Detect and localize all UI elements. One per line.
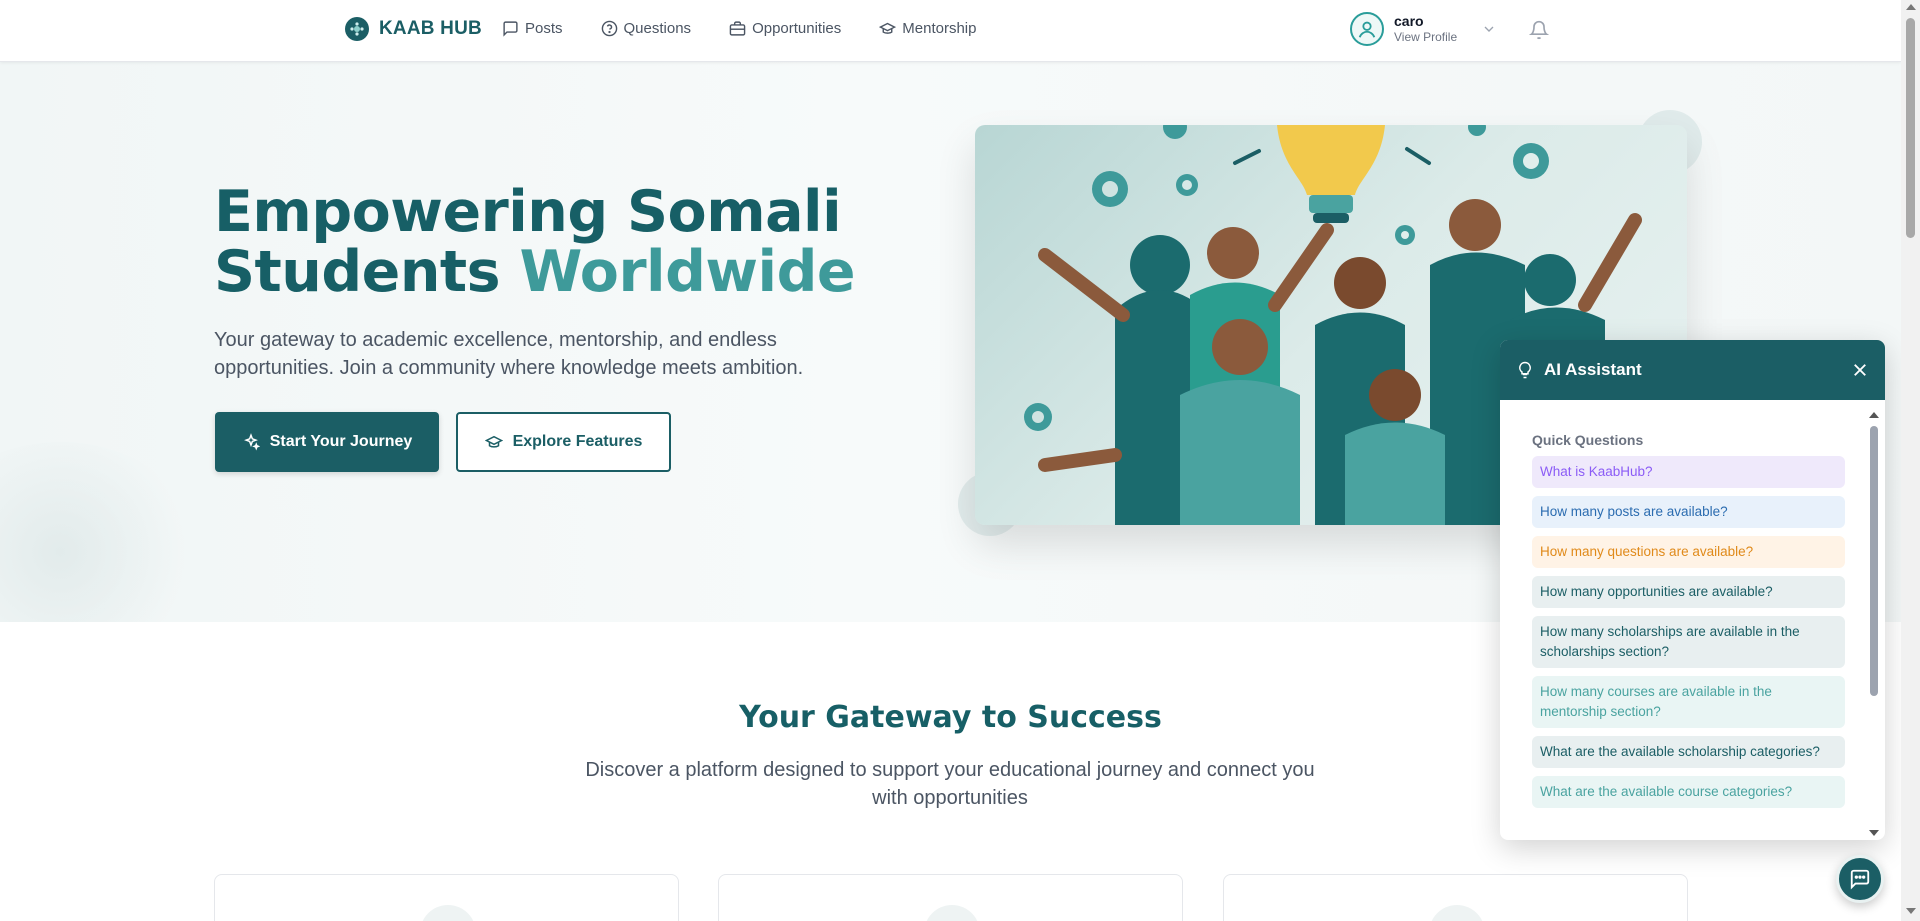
- hero-title-line2: Students: [214, 239, 520, 305]
- quick-questions-list: What is KaabHub? How many posts are avail…: [1532, 456, 1845, 808]
- ai-assistant-header: AI Assistant: [1500, 340, 1885, 400]
- quick-question-item[interactable]: How many courses are available in the me…: [1532, 676, 1845, 728]
- quick-questions-label: Quick Questions: [1532, 432, 1644, 448]
- scroll-down-arrow-icon[interactable]: [1869, 830, 1879, 838]
- profile-text: caro View Profile: [1394, 13, 1457, 44]
- ai-assistant-panel: AI Assistant Quick Questions What is Kaa…: [1500, 340, 1885, 840]
- feature-card[interactable]: [214, 874, 679, 921]
- chat-icon: [1850, 869, 1870, 890]
- nav-opportunities-label: Opportunities: [752, 20, 842, 37]
- quick-question-item[interactable]: How many questions are available?: [1532, 536, 1845, 568]
- quick-question-item[interactable]: What is KaabHub?: [1532, 456, 1845, 488]
- nav-posts-label: Posts: [525, 20, 563, 37]
- feature-card[interactable]: [718, 874, 1183, 921]
- ai-assistant-title: AI Assistant: [1544, 360, 1642, 379]
- lightbulb-icon: [1519, 361, 1531, 379]
- chevron-down-icon[interactable]: [1481, 21, 1497, 37]
- hero-title-accent: Worldwide: [519, 239, 856, 305]
- explore-features-label: Explore Features: [512, 433, 643, 450]
- hero-title: Empowering Somali Students Worldwide: [214, 179, 856, 305]
- nav-opportunities[interactable]: Opportunities: [729, 20, 841, 37]
- quick-question-item[interactable]: How many posts are available?: [1532, 496, 1845, 528]
- brand[interactable]: KAAB HUB: [345, 17, 482, 41]
- ai-panel-scrollbar[interactable]: [1869, 410, 1879, 836]
- nav-posts[interactable]: Posts: [502, 20, 563, 37]
- user-icon: [1358, 21, 1376, 38]
- profile-name: caro: [1394, 13, 1424, 30]
- scroll-up-arrow-icon[interactable]: [1906, 4, 1916, 10]
- chat-bubble-icon: [503, 21, 518, 37]
- graduation-cap-icon: [484, 435, 503, 448]
- view-profile-link[interactable]: View Profile: [1394, 30, 1457, 44]
- notification-bell-icon[interactable]: [1529, 20, 1549, 40]
- start-journey-label: Start Your Journey: [269, 433, 413, 450]
- page-scrollbar[interactable]: [1901, 0, 1920, 921]
- sparkles-icon: [243, 433, 260, 451]
- scroll-up-arrow-icon[interactable]: [1869, 410, 1879, 418]
- avatar[interactable]: [1350, 12, 1384, 46]
- question-circle-icon: [601, 20, 617, 37]
- start-journey-button[interactable]: Start Your Journey: [215, 412, 439, 472]
- hero-title-line1: Empowering Somali: [214, 179, 842, 245]
- chat-toggle-button[interactable]: [1836, 855, 1884, 903]
- hero-description: Your gateway to academic excellence, men…: [214, 329, 804, 379]
- briefcase-icon: [729, 21, 746, 36]
- ai-panel-scroll-thumb[interactable]: [1870, 426, 1878, 696]
- quick-question-item[interactable]: How many scholarships are available in t…: [1532, 616, 1845, 668]
- brand-name: KAAB HUB: [379, 18, 482, 39]
- nav-questions[interactable]: Questions: [601, 20, 692, 37]
- graduation-cap-icon: [879, 22, 897, 34]
- brand-logo-icon: [345, 17, 369, 41]
- hero-background-blob: [0, 442, 200, 622]
- quick-question-item[interactable]: What are the available scholarship categ…: [1532, 736, 1845, 768]
- explore-features-button[interactable]: Explore Features: [456, 412, 671, 472]
- feature-card-icon: [1429, 905, 1485, 921]
- close-icon[interactable]: [1851, 361, 1869, 379]
- quick-question-item[interactable]: How many opportunities are available?: [1532, 576, 1845, 608]
- nav-mentorship[interactable]: Mentorship: [879, 20, 976, 37]
- nav-mentorship-label: Mentorship: [902, 20, 977, 37]
- ai-assistant-body: Quick Questions What is KaabHub? How many…: [1500, 400, 1885, 840]
- nav-questions-label: Questions: [623, 20, 692, 37]
- main-nav: Posts Questions Opportunities Mentorship: [502, 20, 976, 37]
- top-navbar: KAAB HUB Posts Questions Opportunities M…: [0, 0, 1901, 62]
- feature-card-icon: [420, 905, 476, 921]
- feature-card-icon: [924, 905, 980, 921]
- page-scroll-thumb[interactable]: [1906, 18, 1915, 238]
- quick-question-item[interactable]: What are the available course categories…: [1532, 776, 1845, 808]
- gateway-subtitle: Discover a platform designed to support …: [585, 759, 1315, 809]
- feature-card[interactable]: [1223, 874, 1688, 921]
- scroll-down-arrow-icon[interactable]: [1906, 908, 1916, 914]
- profile-menu[interactable]: caro View Profile: [1350, 12, 1497, 46]
